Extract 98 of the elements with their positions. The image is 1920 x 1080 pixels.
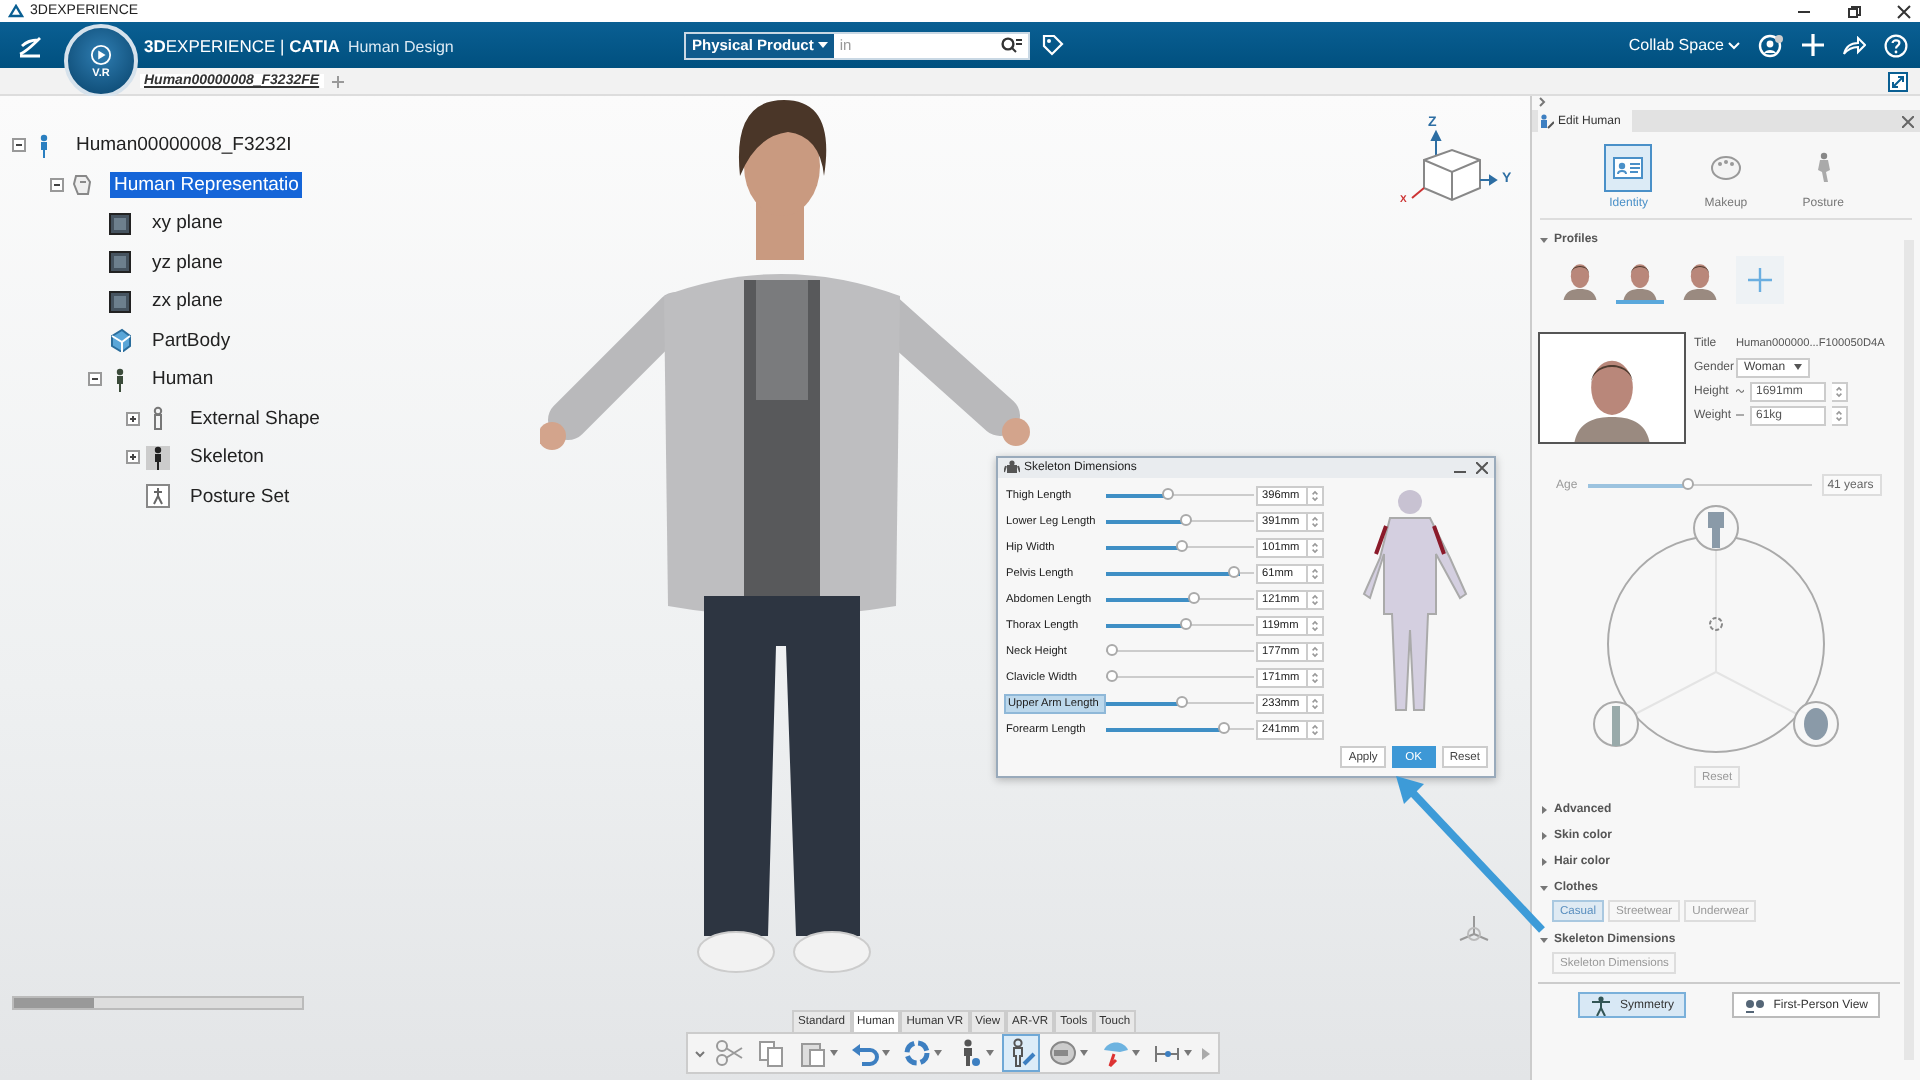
brand-title: 3DEXPERIENCE | CATIA (144, 35, 340, 55)
spinner-icon[interactable] (1308, 719, 1324, 739)
caret-icon (1793, 364, 1802, 370)
rotate-icon (902, 1038, 932, 1068)
caret-icon (986, 1050, 994, 1056)
binoculars-icon (1743, 995, 1766, 1015)
collab-space-dropdown[interactable]: Collab Space (1628, 36, 1740, 54)
spinner-icon[interactable] (1308, 641, 1324, 661)
spinner-icon[interactable] (1308, 615, 1324, 635)
expand-panel-icon[interactable] (1538, 96, 1546, 108)
spinner-icon[interactable] (1308, 693, 1324, 713)
plus-icon (1748, 264, 1772, 296)
expand-toggle[interactable] (126, 450, 140, 465)
collapsed-arrow-icon[interactable] (1540, 831, 1548, 839)
maximize-icon[interactable] (1888, 71, 1908, 91)
close-icon[interactable] (1896, 3, 1912, 19)
tree-item[interactable]: yz plane (148, 249, 227, 276)
spinner-icon[interactable] (1308, 667, 1324, 687)
undo-icon (850, 1038, 880, 1068)
spinner-icon[interactable] (1308, 485, 1324, 505)
add-icon[interactable] (1802, 34, 1824, 56)
copy-icon (756, 1038, 786, 1068)
scissors-icon (714, 1038, 744, 1068)
caret-icon (1080, 1050, 1088, 1056)
spinner-icon[interactable] (1308, 537, 1324, 557)
tree-item[interactable]: Human Representatio (110, 171, 303, 198)
tree-item[interactable]: Human00000008_F3232I (72, 132, 296, 159)
search-icon[interactable] (1000, 36, 1022, 54)
axis-triad-icon (1456, 912, 1492, 944)
app-logo-icon (8, 4, 24, 18)
plane-icon (108, 250, 132, 275)
share-icon[interactable] (1842, 35, 1866, 55)
palette-icon (1709, 152, 1742, 184)
horizontal-scrollbar[interactable] (12, 996, 304, 1010)
spinner-icon[interactable] (1308, 511, 1324, 531)
id-card-icon (1612, 152, 1645, 184)
caret-icon (830, 1050, 838, 1056)
plane-icon (108, 211, 132, 236)
tag-icon[interactable] (1042, 34, 1064, 56)
caret-icon (934, 1050, 942, 1056)
caret-icon (882, 1050, 890, 1056)
expanded-arrow-icon[interactable] (1540, 883, 1548, 891)
slider-thumb[interactable] (1176, 540, 1189, 552)
tree-item[interactable]: PartBody (148, 327, 235, 354)
slider-thumb[interactable] (1228, 566, 1241, 578)
ds-logo-icon (16, 33, 44, 57)
slider-thumb[interactable] (1682, 478, 1695, 490)
part-body-icon (108, 328, 132, 353)
slider-thumb[interactable] (1187, 592, 1200, 604)
slider-thumb[interactable] (1217, 722, 1230, 734)
add-tab-icon[interactable] (331, 75, 344, 87)
tree-item[interactable]: Posture Set (186, 483, 294, 510)
app-name: Human Design (347, 37, 454, 55)
collapse-toggle[interactable] (50, 177, 64, 192)
expanded-arrow-icon[interactable] (1540, 935, 1548, 943)
tree-item[interactable]: zx plane (148, 288, 227, 315)
spinner-icon[interactable] (1832, 381, 1848, 401)
slider-thumb[interactable] (1161, 488, 1174, 500)
tree-item[interactable]: Skeleton (186, 444, 268, 471)
shape-icon (70, 172, 94, 197)
spinner-icon[interactable] (1832, 405, 1848, 425)
tilde-icon (1736, 388, 1744, 394)
tree-item[interactable]: xy plane (148, 210, 227, 237)
more-icon[interactable] (1200, 1045, 1212, 1061)
tree-item[interactable]: Human (148, 366, 218, 393)
posture-icon (146, 484, 170, 509)
collapse-toggle[interactable] (88, 372, 102, 387)
collapse-toggle[interactable] (12, 138, 26, 153)
collapsed-arrow-icon[interactable] (1540, 857, 1548, 865)
paste-icon (798, 1038, 828, 1068)
slider-thumb[interactable] (1106, 644, 1118, 656)
slider-thumb[interactable] (1106, 670, 1118, 682)
help-icon[interactable] (1884, 33, 1908, 57)
user-icon[interactable] (1758, 33, 1784, 57)
close-icon[interactable] (1476, 462, 1488, 474)
collapsed-arrow-icon[interactable] (1540, 805, 1548, 813)
play-icon (90, 43, 112, 65)
caret-icon (817, 41, 828, 49)
slider-thumb[interactable] (1180, 514, 1193, 526)
caret-icon (1132, 1050, 1140, 1056)
expanded-arrow-icon[interactable] (1540, 235, 1548, 243)
caret-icon (1728, 41, 1740, 49)
plane-icon (108, 289, 132, 314)
slider-thumb[interactable] (1176, 696, 1189, 708)
expand-toggle[interactable] (126, 411, 140, 426)
person-edit-icon (1538, 113, 1554, 129)
add-profile-button[interactable] (1736, 256, 1784, 304)
spinner-icon[interactable] (1308, 589, 1324, 609)
caret-icon (1184, 1050, 1192, 1056)
toolbar-button[interactable] (1002, 1034, 1040, 1072)
restore-icon[interactable] (1846, 3, 1862, 19)
tree-item[interactable]: External Shape (186, 405, 324, 432)
dash-icon (1736, 412, 1744, 418)
slider-thumb[interactable] (1180, 618, 1193, 630)
slider-track[interactable] (1587, 478, 1812, 492)
symmetry-icon (1590, 995, 1612, 1015)
spinner-icon[interactable] (1308, 563, 1324, 583)
collapse-icon[interactable] (694, 1047, 706, 1059)
